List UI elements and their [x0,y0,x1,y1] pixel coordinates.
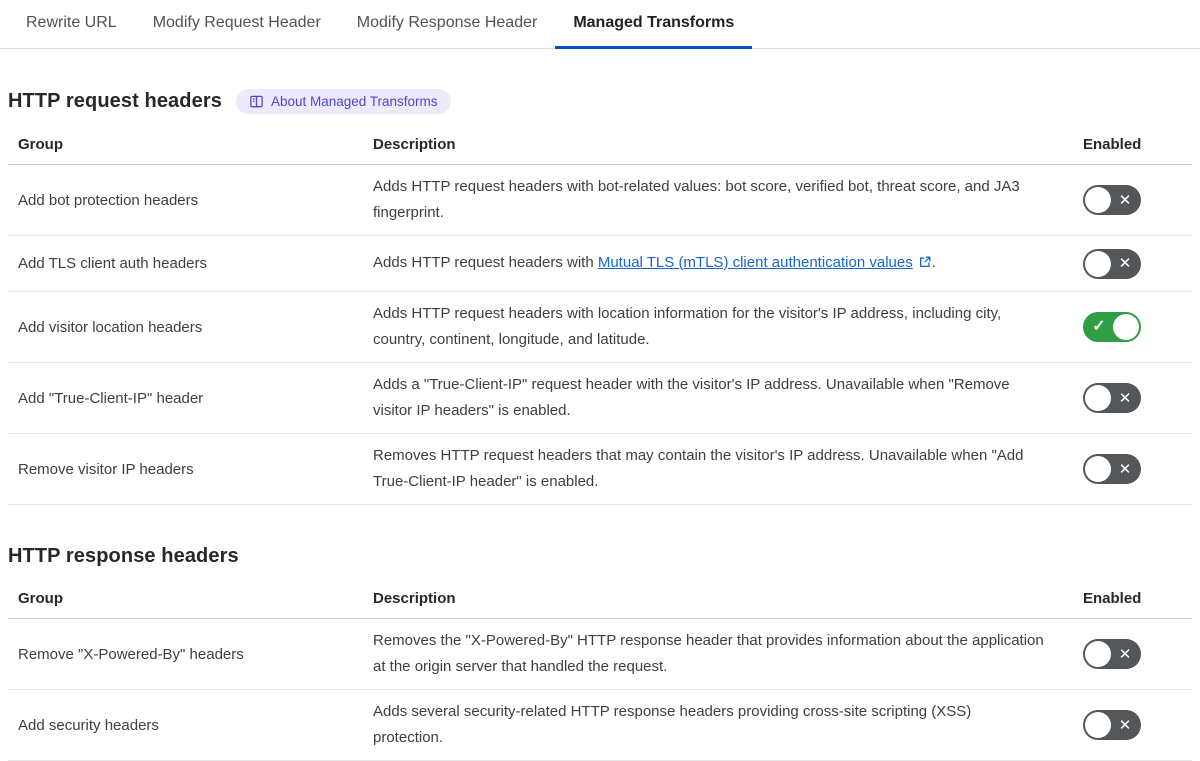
request-table-body: Add bot protection headers Adds HTTP req… [8,165,1192,505]
group-label: Add security headers [18,716,159,734]
toggle-state-icon: ✕ [1118,460,1132,478]
section-title-response-headers: HTTP response headers [8,545,239,567]
row-description: Adds HTTP request headers with bot-relat… [363,165,1072,235]
description-text-suffix: . [931,253,936,271]
request-table-header: Group Description Enabled [8,128,1192,165]
response-headers-table: Group Description Enabled Remove "X-Powe… [8,582,1192,761]
group-label: Add TLS client auth headers [18,255,208,272]
group-label: Remove visitor IP headers [18,460,194,478]
group-label: Add visitor location headers [18,318,203,336]
row-description: Removes HTTP request headers that may co… [363,434,1072,504]
toggle-knob [1085,250,1111,277]
toggle-state-icon: ✕ [1118,716,1132,734]
row-description: Adds several security-related HTTP respo… [363,690,1072,760]
enabled-cell: ✓ [1072,312,1192,342]
table-row: Remove visitor IP headers Removes HTTP r… [8,434,1192,505]
description-link[interactable]: Mutual TLS (mTLS) client authentication … [598,254,913,271]
description-text: Removes HTTP request headers that may co… [373,447,1024,490]
enabled-cell: ✕ [1072,383,1192,413]
table-row: Add visitor location headers Adds HTTP r… [8,292,1192,363]
tab-modify-response-header[interactable]: Modify Response Header [339,0,556,49]
response-table-header: Group Description Enabled [8,582,1192,619]
enabled-toggle[interactable]: ✕ [1083,710,1141,740]
about-badge-label: About Managed Transforms [270,93,438,109]
row-description: Adds HTTP request headers with location … [363,292,1072,362]
book-icon [249,94,264,109]
toggle-state-icon: ✓ [1092,318,1106,335]
request-headers-section-head: HTTP request headers About Managed Trans… [8,89,1192,114]
toggle-knob [1085,641,1111,667]
toggle-state-icon: ✕ [1118,255,1132,272]
tab-rewrite-url[interactable]: Rewrite URL [8,0,135,49]
enabled-cell: ✕ [1072,248,1192,279]
toggle-state-icon: ✕ [1118,191,1132,209]
enabled-toggle[interactable]: ✕ [1083,185,1141,215]
description-text: Adds HTTP request headers with bot-relat… [373,178,1020,221]
column-header-group: Group [18,136,63,153]
toggle-knob [1085,187,1111,213]
toggle-knob [1113,314,1139,340]
enabled-toggle[interactable]: ✕ [1083,248,1141,279]
response-headers-section-head: HTTP response headers [8,545,1192,568]
row-description: Removes the "X-Powered-By" HTTP response… [363,619,1072,689]
column-header-description: Description [373,590,456,607]
request-headers-table: Group Description Enabled Add bot protec… [8,128,1192,505]
table-row: Add "True-Client-IP" header Adds a "True… [8,363,1192,434]
toggle-knob [1085,712,1111,738]
enabled-toggle[interactable]: ✕ [1083,383,1141,413]
external-link-icon[interactable] [918,252,932,278]
table-row: Add TLS client auth headers Adds HTTP re… [8,236,1192,292]
row-description: Adds a "True-Client-IP" request header w… [363,363,1072,433]
column-header-description: Description [373,136,456,153]
description-text: Adds HTTP request headers with [373,253,598,271]
table-row: Add security headers Adds several securi… [8,690,1192,761]
toggle-knob [1085,456,1111,482]
enabled-toggle[interactable]: ✕ [1083,639,1141,669]
response-table-body: Remove "X-Powered-By" headers Removes th… [8,619,1192,761]
enabled-toggle[interactable]: ✕ [1083,454,1141,484]
description-text: Adds a "True-Client-IP" request header w… [373,376,1010,419]
enabled-cell: ✕ [1072,185,1192,215]
table-row: Add bot protection headers Adds HTTP req… [8,165,1192,236]
toggle-knob [1085,385,1111,411]
group-label: Remove "X-Powered-By" headers [18,645,244,663]
enabled-cell: ✕ [1072,710,1192,740]
toggle-state-icon: ✕ [1118,389,1132,407]
enabled-cell: ✕ [1072,454,1192,484]
description-text: Adds several security-related HTTP respo… [373,703,972,746]
row-description: Adds HTTP request headers with Mutual TL… [363,241,1072,287]
transform-rules-tabbar: Rewrite URL Modify Request Header Modify R… [0,0,1200,49]
tab-managed-transforms[interactable]: Managed Transforms [555,0,753,49]
group-label: Add bot protection headers [18,191,199,209]
description-text: Removes the "X-Powered-By" HTTP response… [373,632,1044,675]
column-header-group: Group [18,590,63,607]
description-text: Adds HTTP request headers with location … [373,305,1002,348]
tab-modify-request-header[interactable]: Modify Request Header [135,0,339,49]
table-row: Remove "X-Powered-By" headers Removes th… [8,619,1192,690]
column-header-enabled: Enabled [1083,136,1142,153]
group-label: Add "True-Client-IP" header [18,389,204,407]
about-managed-transforms-link[interactable]: About Managed Transforms [235,89,451,114]
enabled-cell: ✕ [1072,639,1192,669]
column-header-enabled: Enabled [1083,590,1142,607]
toggle-state-icon: ✕ [1118,645,1132,663]
section-title-request-headers: HTTP request headers [8,90,222,112]
enabled-toggle[interactable]: ✓ [1083,312,1141,342]
